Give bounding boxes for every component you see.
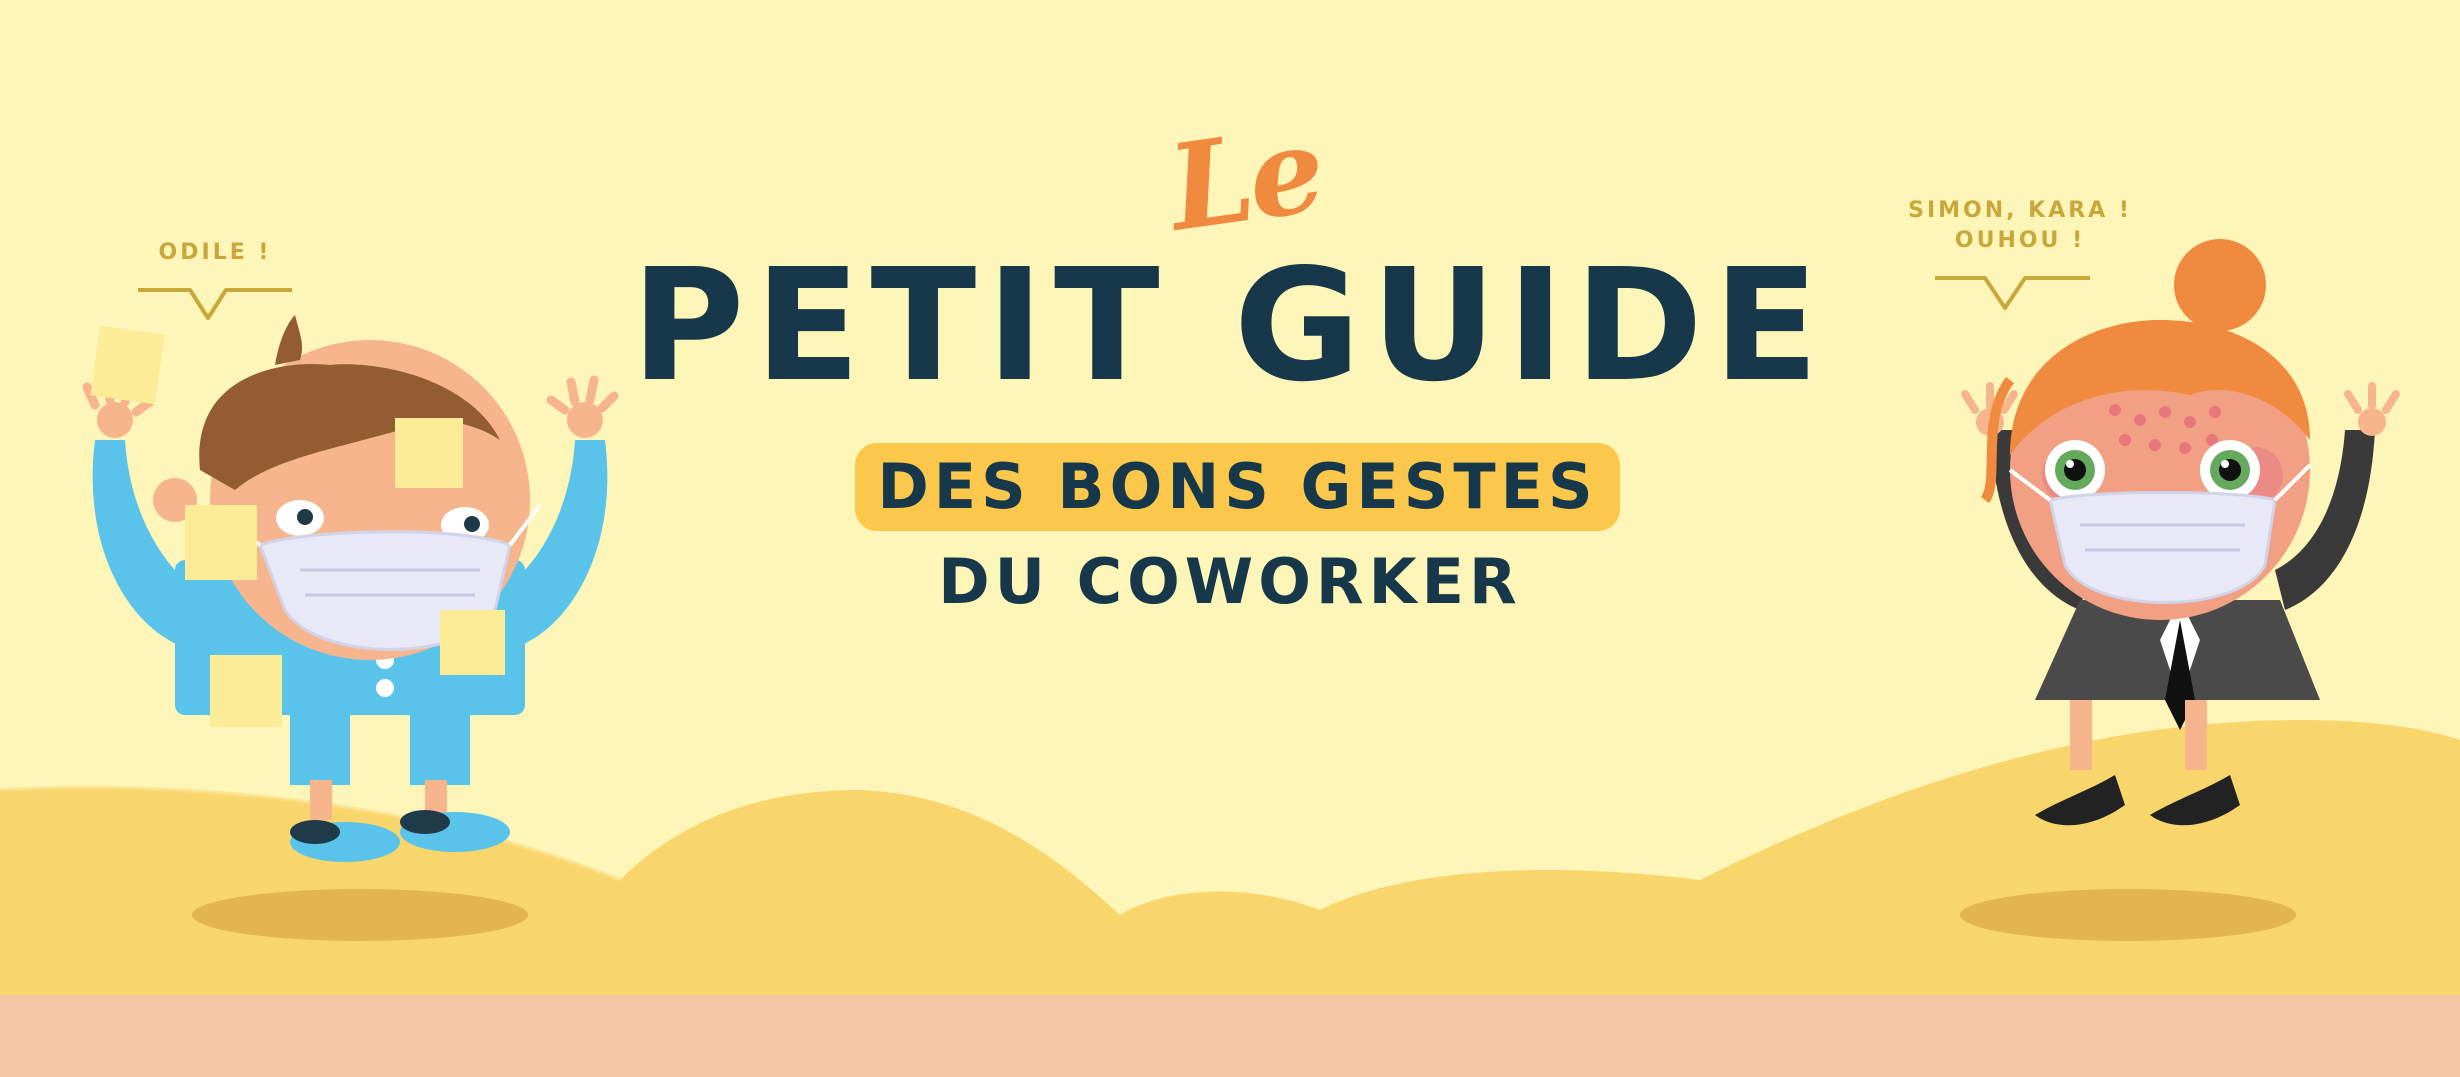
title-block: Le PETIT GUIDE DES BONS GESTES DU COWORK… — [0, 0, 2460, 1077]
banner-stage: ODILE ! SIMON, KARA ! OUHOU ! Le PETIT G… — [0, 0, 2460, 1077]
subtitle-line-1: DES BONS GESTES — [877, 450, 1598, 523]
main-title: PETIT GUIDE — [631, 235, 1829, 416]
subtitle-line-2: DU COWORKER — [938, 545, 1522, 618]
le-script: Le — [1160, 99, 1329, 258]
bottom-band — [0, 995, 2460, 1077]
